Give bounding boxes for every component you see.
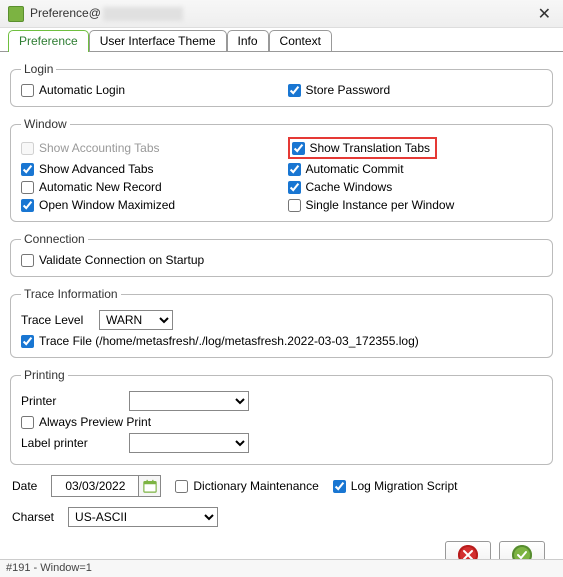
highlight-show-translation-tabs: Show Translation Tabs <box>288 137 438 159</box>
fieldset-trace: Trace Information Trace Level WARN Trace… <box>10 287 553 358</box>
chk-single-instance[interactable] <box>288 199 301 212</box>
lbl-trace-file: Trace File (/home/metasfresh/./log/metas… <box>39 334 419 348</box>
chk-show-advanced-tabs[interactable] <box>21 163 34 176</box>
lbl-validate-connection: Validate Connection on Startup <box>39 253 204 267</box>
chk-log-migration[interactable] <box>333 480 346 493</box>
tab-preference[interactable]: Preference <box>8 30 89 52</box>
lbl-trace-level: Trace Level <box>21 313 93 327</box>
chk-always-preview-wrap[interactable]: Always Preview Print <box>21 414 542 430</box>
fieldset-connection: Connection Validate Connection on Startu… <box>10 232 553 277</box>
lbl-cache-windows: Cache Windows <box>306 180 393 194</box>
chk-automatic-commit-wrap[interactable]: Automatic Commit <box>288 161 543 177</box>
chk-trace-file-wrap[interactable]: Trace File (/home/metasfresh/./log/metas… <box>21 333 542 349</box>
lbl-printer: Printer <box>21 394 123 408</box>
chk-open-window-maximized-wrap[interactable]: Open Window Maximized <box>21 197 276 213</box>
lbl-charset: Charset <box>12 510 54 524</box>
fieldset-window: Window Show Accounting Tabs Show Transla… <box>10 117 553 222</box>
chk-automatic-commit[interactable] <box>288 163 301 176</box>
chk-show-advanced-tabs-wrap[interactable]: Show Advanced Tabs <box>21 161 276 177</box>
lbl-always-preview: Always Preview Print <box>39 415 151 429</box>
sel-charset[interactable]: US-ASCII <box>68 507 218 527</box>
chk-validate-connection-wrap[interactable]: Validate Connection on Startup <box>21 252 542 268</box>
chk-trace-file[interactable] <box>21 335 34 348</box>
calendar-button[interactable] <box>138 476 160 496</box>
lbl-log-migration: Log Migration Script <box>351 479 458 493</box>
tab-context[interactable]: Context <box>269 30 332 51</box>
legend-connection: Connection <box>21 232 88 246</box>
sel-printer[interactable] <box>129 391 249 411</box>
status-bar: #191 - Window=1 <box>0 559 563 577</box>
lbl-show-translation-tabs: Show Translation Tabs <box>310 141 431 155</box>
chk-validate-connection[interactable] <box>21 254 34 267</box>
window-title-host-blur <box>103 7 183 21</box>
lbl-show-accounting-tabs: Show Accounting Tabs <box>39 141 160 155</box>
app-icon <box>8 6 24 22</box>
tab-theme[interactable]: User Interface Theme <box>89 30 227 51</box>
charset-row: Charset US-ASCII <box>10 507 553 527</box>
sel-label-printer[interactable] <box>129 433 249 453</box>
lbl-date: Date <box>12 479 37 493</box>
date-input[interactable] <box>52 476 138 496</box>
lbl-automatic-login: Automatic Login <box>39 83 125 97</box>
titlebar: Preference@ ✕ <box>0 0 563 28</box>
chk-automatic-new-record-wrap[interactable]: Automatic New Record <box>21 179 276 195</box>
chk-show-accounting-tabs-wrap: Show Accounting Tabs <box>21 137 276 159</box>
window-title-text: Preference@ <box>30 6 101 20</box>
chk-cache-windows[interactable] <box>288 181 301 194</box>
fieldset-printing: Printing Printer Always Preview Print La… <box>10 368 553 465</box>
tabs: Preference User Interface Theme Info Con… <box>0 28 563 52</box>
window-title: Preference@ <box>30 6 534 21</box>
lbl-automatic-new-record: Automatic New Record <box>39 180 162 194</box>
chk-show-translation-tabs-wrap[interactable]: Show Translation Tabs <box>292 140 431 156</box>
chk-dictionary-maintenance[interactable] <box>175 480 188 493</box>
sel-trace-level[interactable]: WARN <box>99 310 173 330</box>
calendar-icon <box>143 479 157 493</box>
lbl-automatic-commit: Automatic Commit <box>306 162 404 176</box>
chk-open-window-maximized[interactable] <box>21 199 34 212</box>
chk-automatic-login[interactable] <box>21 84 34 97</box>
chk-automatic-login-wrap[interactable]: Automatic Login <box>21 82 276 98</box>
legend-printing: Printing <box>21 368 68 382</box>
lbl-open-window-maximized: Open Window Maximized <box>39 198 175 212</box>
legend-trace: Trace Information <box>21 287 121 301</box>
lbl-single-instance: Single Instance per Window <box>306 198 455 212</box>
lbl-show-advanced-tabs: Show Advanced Tabs <box>39 162 154 176</box>
chk-log-migration-wrap[interactable]: Log Migration Script <box>333 478 458 494</box>
legend-login: Login <box>21 62 56 76</box>
tab-info[interactable]: Info <box>227 30 269 51</box>
date-field-wrap <box>51 475 161 497</box>
lbl-dictionary-maintenance: Dictionary Maintenance <box>193 479 318 493</box>
legend-window: Window <box>21 117 70 131</box>
chk-dictionary-maintenance-wrap[interactable]: Dictionary Maintenance <box>175 478 318 494</box>
chk-store-password[interactable] <box>288 84 301 97</box>
chk-always-preview[interactable] <box>21 416 34 429</box>
content: Login Automatic Login Store Password Win… <box>0 52 563 573</box>
chk-single-instance-wrap[interactable]: Single Instance per Window <box>288 197 543 213</box>
lbl-store-password: Store Password <box>306 83 391 97</box>
chk-cache-windows-wrap[interactable]: Cache Windows <box>288 179 543 195</box>
fieldset-login: Login Automatic Login Store Password <box>10 62 553 107</box>
date-options-row: Date Dictionary Maintenance Log Migratio… <box>10 475 553 497</box>
chk-show-translation-tabs[interactable] <box>292 142 305 155</box>
chk-automatic-new-record[interactable] <box>21 181 34 194</box>
chk-show-accounting-tabs <box>21 142 34 155</box>
chk-store-password-wrap[interactable]: Store Password <box>288 82 543 98</box>
status-text: #191 - Window=1 <box>6 562 92 574</box>
close-button[interactable]: ✕ <box>534 4 555 24</box>
lbl-label-printer: Label printer <box>21 436 123 450</box>
